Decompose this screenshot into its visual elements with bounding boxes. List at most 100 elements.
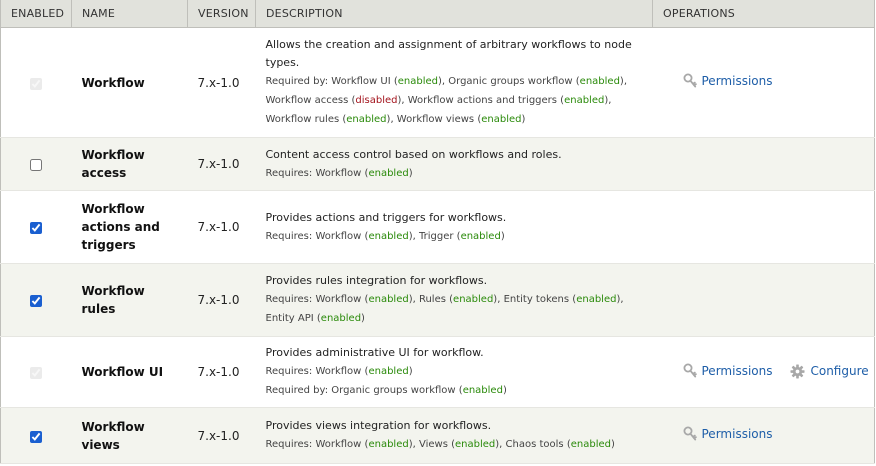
header-version[interactable]: Version bbox=[187, 0, 256, 28]
enabled-checkbox-workflow-access[interactable] bbox=[30, 159, 43, 171]
dependency-status: enabled bbox=[346, 114, 387, 125]
dependency-name: Workflow views bbox=[396, 114, 475, 125]
module-version: 7.x-1.0 bbox=[187, 27, 256, 138]
module-name: Workflow actions and triggers bbox=[71, 190, 188, 264]
dependency-status: enabled bbox=[320, 313, 362, 324]
enabled-checkbox-workflow-views[interactable] bbox=[30, 430, 43, 443]
module-version: 7.x-1.0 bbox=[187, 137, 256, 191]
header-description[interactable]: Description bbox=[255, 0, 653, 28]
module-version: 7.x-1.0 bbox=[187, 336, 256, 408]
configure-label: Configure bbox=[810, 364, 869, 378]
dependency-status: enabled bbox=[368, 230, 409, 242]
dependency-name: Organic groups workflow bbox=[331, 385, 456, 396]
requires-list: Requires: Workflow (enabled), Rules (ena… bbox=[265, 294, 624, 324]
header-enabled[interactable]: Enabled bbox=[0, 0, 72, 28]
operations-cell: Permissions Configure bbox=[652, 336, 875, 408]
module-description: Content access control based on workflow… bbox=[265, 147, 562, 161]
dependency-status: enabled bbox=[570, 439, 611, 450]
operations-cell: Permissions bbox=[652, 407, 875, 464]
dependency-name: Workflow bbox=[315, 294, 362, 305]
dependency-status: enabled bbox=[368, 366, 409, 377]
dependency-name: Workflow access bbox=[265, 95, 349, 106]
dependency-name: Entity tokens bbox=[503, 294, 570, 305]
operations-cell: Permissions bbox=[652, 27, 875, 138]
dependency-status: enabled bbox=[397, 76, 438, 87]
module-version: 7.x-1.0 bbox=[187, 407, 256, 464]
module-description: Provides administrative UI for workflow. bbox=[265, 346, 484, 359]
module-name: Workflow access bbox=[71, 137, 188, 191]
module-name: Workflow UI bbox=[71, 336, 188, 408]
enabled-checkbox-workflow-ui bbox=[30, 367, 43, 379]
deps-label: Required by: bbox=[265, 76, 329, 87]
dependency-status: enabled bbox=[462, 385, 503, 396]
module-version: 7.x-1.0 bbox=[187, 190, 256, 264]
enabled-checkbox-workflow bbox=[30, 77, 43, 90]
dependency-name: Workflow UI bbox=[331, 76, 391, 87]
module-name: Workflow views bbox=[71, 407, 188, 464]
enabled-cell bbox=[0, 137, 72, 191]
dependency-name: Workflow bbox=[315, 439, 362, 450]
deps-label: Requires: bbox=[265, 294, 313, 305]
module-row-workflow: Workflow 7.x-1.0 Allows the creation and a… bbox=[0, 27, 875, 138]
dependency-status: enabled bbox=[453, 294, 494, 305]
required-by-list: Required by: Organic groups workflow (en… bbox=[265, 385, 507, 396]
module-description: Provides rules integration for workflows… bbox=[265, 274, 488, 287]
required-by-list: Required by: Workflow UI (enabled), Orga… bbox=[265, 76, 628, 125]
key-icon bbox=[683, 73, 697, 89]
module-description-cell: Provides administrative UI for workflow.… bbox=[255, 336, 653, 408]
module-description: Provides actions and triggers for workfl… bbox=[265, 210, 507, 224]
permissions-label: Permissions bbox=[701, 74, 773, 88]
module-name: Workflow bbox=[71, 27, 188, 138]
key-icon bbox=[683, 363, 697, 379]
header-operations[interactable]: Operations bbox=[652, 0, 875, 28]
deps-label: Required by: bbox=[265, 385, 329, 396]
enabled-cell bbox=[0, 263, 72, 337]
dependency-name: Chaos tools bbox=[505, 439, 564, 450]
module-description-cell: Allows the creation and assignment of ar… bbox=[255, 27, 653, 138]
modules-table: Enabled Name Version Description Operati… bbox=[0, 0, 875, 464]
dependency-name: Workflow actions and triggers bbox=[407, 95, 557, 106]
permissions-label: Permissions bbox=[701, 427, 773, 441]
permissions-link[interactable]: Permissions bbox=[683, 73, 773, 89]
requires-list: Requires: Workflow (enabled), Views (ena… bbox=[265, 439, 615, 450]
permissions-label: Permissions bbox=[701, 363, 773, 378]
enabled-cell bbox=[0, 27, 72, 138]
module-description-cell: Provides actions and triggers for workfl… bbox=[255, 190, 653, 264]
dependency-status: enabled bbox=[368, 439, 409, 450]
enabled-cell bbox=[0, 407, 72, 464]
dependency-status: enabled bbox=[460, 230, 501, 242]
enabled-cell bbox=[0, 190, 72, 264]
module-description: Provides views integration for workflows… bbox=[265, 419, 492, 432]
module-description-cell: Provides rules integration for workflows… bbox=[255, 263, 653, 337]
dependency-name: Workflow rules bbox=[265, 114, 340, 125]
enabled-checkbox-workflow-actions-and-triggers[interactable] bbox=[30, 222, 43, 234]
deps-label: Requires: bbox=[265, 439, 313, 450]
operations-cell bbox=[652, 190, 875, 264]
deps-label: Requires: bbox=[265, 230, 313, 242]
module-row-workflow-ui: Workflow UI 7.x-1.0 Provides administrativ… bbox=[0, 336, 875, 408]
module-row-workflow-actions-and-triggers: Workflow actions and triggers 7.x-1.0 Prov… bbox=[0, 190, 875, 264]
dependency-name: Entity API bbox=[265, 313, 314, 324]
dependency-status: enabled bbox=[579, 76, 620, 87]
dependency-name: Organic groups workflow bbox=[448, 76, 573, 87]
enabled-checkbox-workflow-rules[interactable] bbox=[30, 295, 43, 307]
permissions-link[interactable]: Permissions bbox=[683, 426, 773, 442]
dependency-name: Views bbox=[418, 439, 448, 450]
operations-cell bbox=[652, 263, 875, 337]
dependency-status: enabled bbox=[481, 114, 522, 125]
module-description: Allows the creation and assignment of ar… bbox=[265, 38, 632, 69]
deps-label: Requires: bbox=[265, 167, 313, 179]
permissions-link[interactable]: Permissions bbox=[683, 363, 773, 379]
dependency-name: Rules bbox=[418, 294, 446, 305]
dependency-status: enabled bbox=[455, 439, 496, 450]
gear-icon bbox=[790, 363, 806, 379]
dependency-name: Trigger bbox=[418, 230, 454, 242]
dependency-name: Workflow bbox=[315, 366, 362, 377]
header-name[interactable]: Name bbox=[71, 0, 188, 28]
table-header-row: Enabled Name Version Description Operati… bbox=[0, 0, 875, 28]
dependency-status: enabled bbox=[564, 95, 605, 106]
configure-link[interactable]: Configure bbox=[790, 363, 869, 379]
key-icon bbox=[683, 426, 697, 442]
dependency-status: enabled bbox=[576, 294, 617, 305]
dependency-status: enabled bbox=[368, 167, 409, 179]
